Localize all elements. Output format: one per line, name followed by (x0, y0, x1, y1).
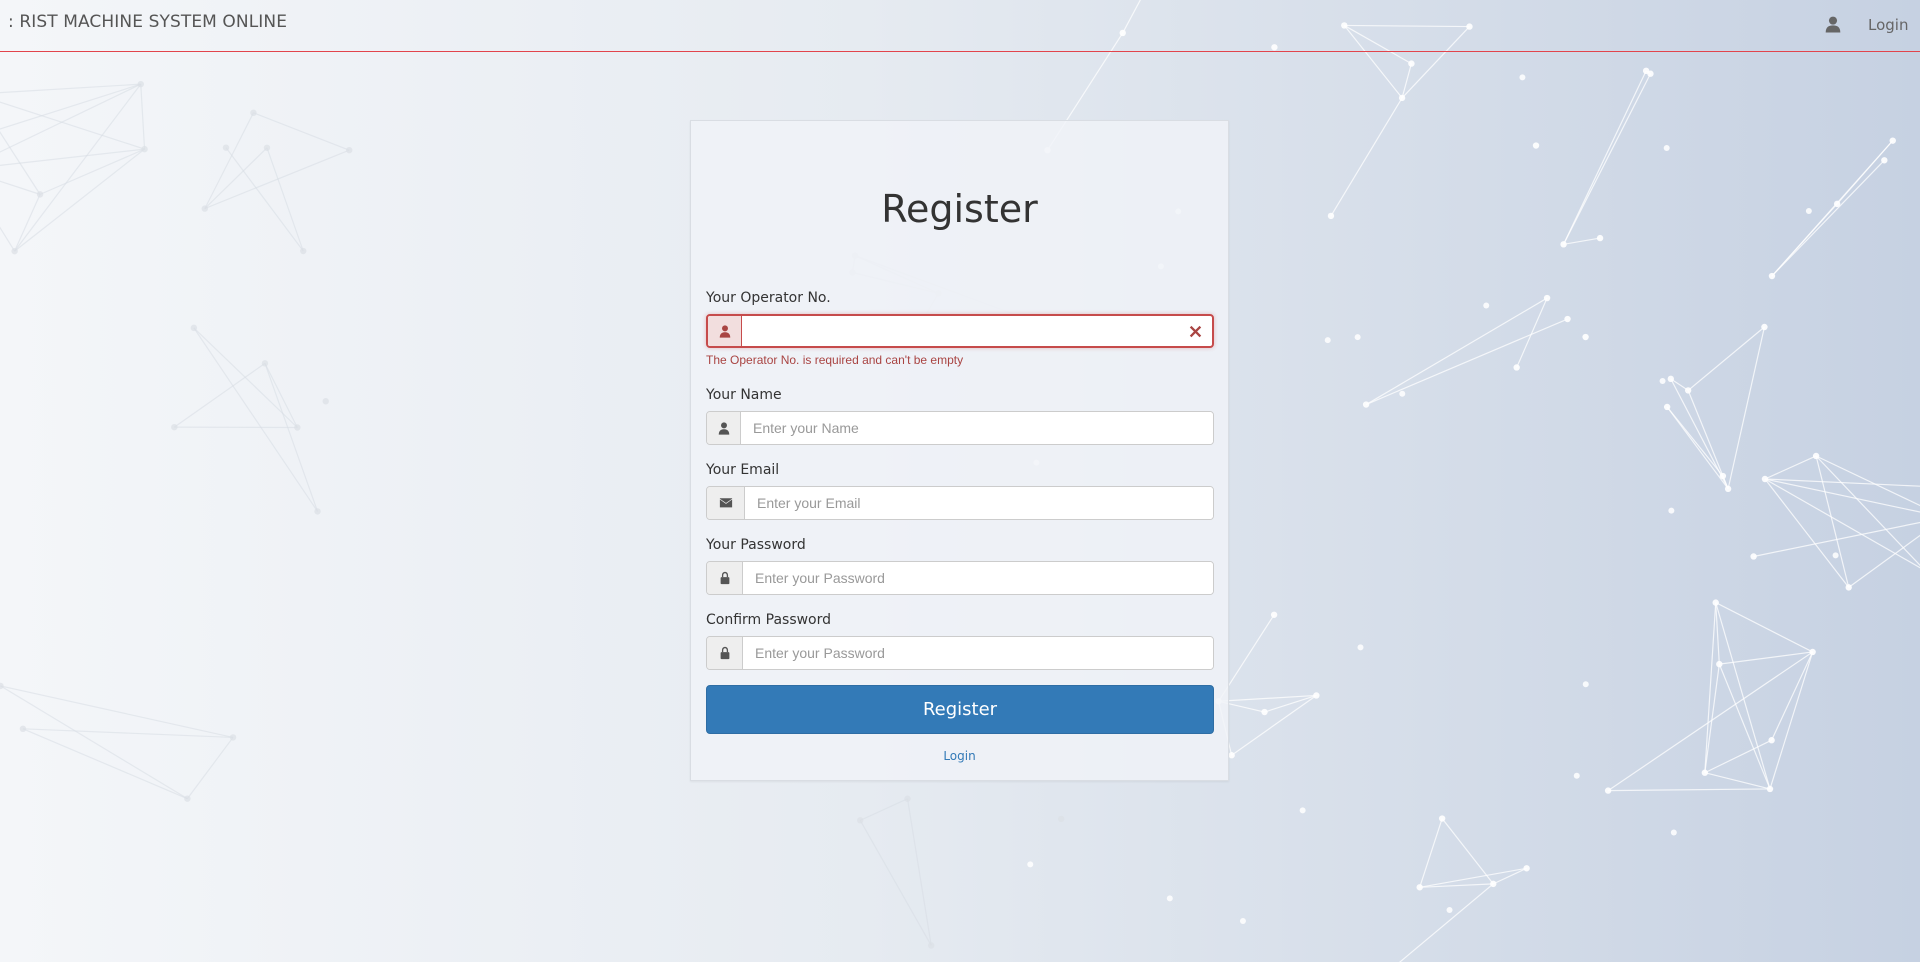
name-input-group (706, 411, 1214, 445)
name-label: Your Name (706, 387, 782, 403)
user-icon[interactable] (1824, 15, 1842, 33)
error-x-icon (1178, 316, 1212, 346)
operator-no-error-message: The Operator No. is required and can't b… (706, 353, 964, 367)
register-button[interactable]: Register (706, 685, 1214, 734)
name-input[interactable] (741, 412, 1213, 444)
password-input-group (706, 561, 1214, 595)
email-label: Your Email (706, 462, 780, 478)
lock-icon (707, 562, 743, 594)
confirm-password-label: Confirm Password (706, 612, 832, 628)
email-input-group (706, 486, 1214, 520)
lock-icon (707, 637, 743, 669)
operator-no-input[interactable] (742, 316, 1178, 346)
operator-no-label: Your Operator No. (706, 290, 831, 306)
login-link[interactable]: Login (691, 749, 1228, 763)
brand-title[interactable]: : RIST MACHINE SYSTEM ONLINE (8, 12, 287, 32)
user-icon (707, 412, 741, 444)
confirm-password-input-group (706, 636, 1214, 670)
operator-no-input-group (706, 314, 1214, 348)
confirm-password-input[interactable] (743, 637, 1213, 669)
user-icon (708, 316, 742, 346)
register-panel: Register Your Operator No. The Operator … (690, 120, 1229, 781)
email-input[interactable] (745, 487, 1213, 519)
nav-login-link[interactable]: Login (1868, 16, 1908, 34)
top-navbar: : RIST MACHINE SYSTEM ONLINE Login (0, 0, 1920, 52)
password-input[interactable] (743, 562, 1213, 594)
envelope-icon (707, 487, 745, 519)
password-label: Your Password (706, 537, 806, 553)
page-title: Register (881, 187, 1038, 231)
